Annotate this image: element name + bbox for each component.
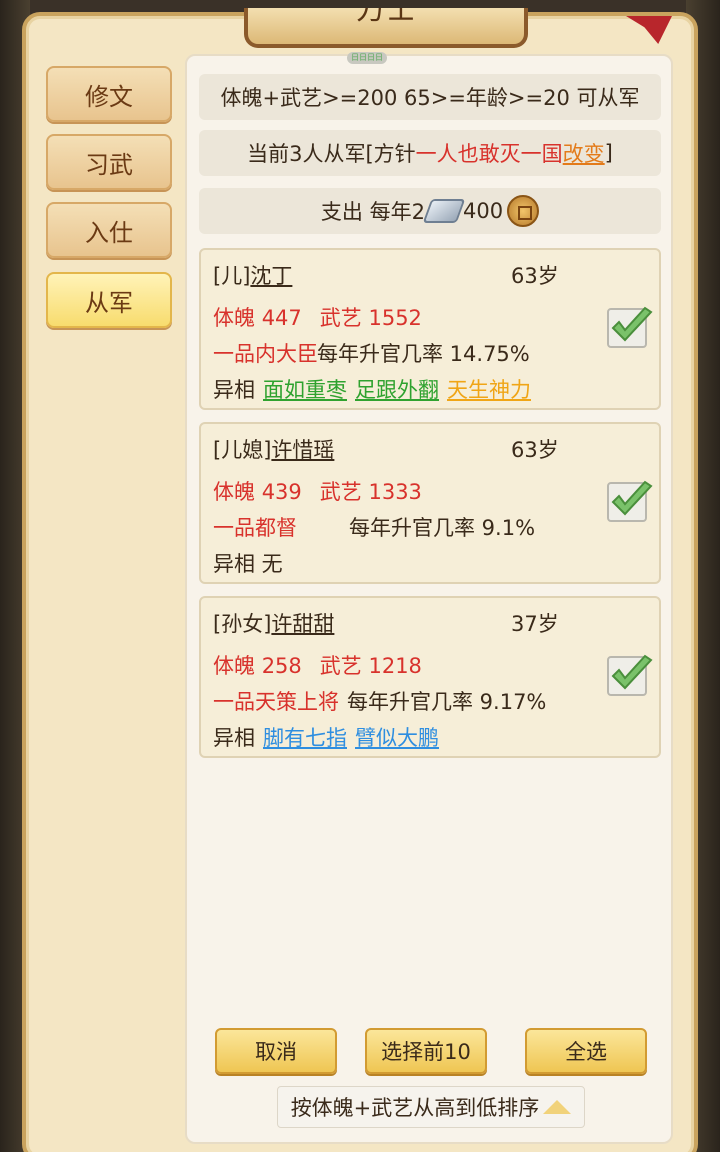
member-age: 37岁 [511, 612, 559, 636]
trait-label: 异相 [213, 378, 255, 402]
expense-label: 支出 每年2 [320, 200, 425, 224]
trait-tag[interactable]: 面如重枣 [263, 378, 347, 402]
current-policy-bar: 当前3人从军[方针 一人也敢灭一国 改变] [199, 130, 661, 176]
checkmark-icon [611, 654, 653, 690]
tipo-value: 447 [261, 306, 302, 330]
member-checkbox[interactable] [607, 654, 653, 696]
member-age: 63岁 [511, 264, 559, 288]
member-stats: 体魄 447 武艺 1552 [213, 302, 422, 332]
sidebar-item-label: 习武 [85, 150, 133, 179]
member-name-line: [儿]沈丁 [213, 260, 292, 290]
sidebar-item-label: 入仕 [85, 218, 133, 247]
member-stats: 体魄 258 武艺 1218 [213, 650, 422, 680]
dialog-title: 方士 [244, 8, 528, 48]
main-panel: 日日日日 体魄+武艺>=200 65>=年龄>=20 可从军 当前3人从军[方针… [185, 52, 673, 1144]
trait-tag[interactable]: 天生神力 [447, 378, 531, 402]
member-rank: 一品都督 [213, 516, 297, 540]
wuyi-label: 武艺 [319, 654, 362, 678]
policy-text: 一人也敢灭一国 [415, 142, 563, 166]
cancel-button[interactable]: 取消 [215, 1028, 337, 1074]
member-relation: [儿] [213, 264, 251, 288]
trait-tag[interactable]: 臂似大鹏 [355, 726, 439, 750]
tipo-label: 体魄 [213, 480, 255, 504]
change-policy-link[interactable]: 改变 [563, 138, 605, 168]
member-age: 63岁 [511, 438, 559, 462]
sidebar-item-label: 修文 [85, 82, 133, 111]
requirement-text: 体魄+武艺>=200 65>=年龄>=20 可从军 [220, 86, 640, 110]
member-name[interactable]: 许惜瑶 [271, 438, 334, 462]
trait-tag[interactable]: 足跟外翻 [355, 378, 439, 402]
trait-label: 异相 [213, 726, 255, 750]
requirement-bar: 体魄+武艺>=200 65>=年龄>=20 可从军 [199, 74, 661, 120]
member-name-line: [孙女]许甜甜 [213, 608, 334, 638]
member-name[interactable]: 沈丁 [250, 264, 292, 288]
member-stats: 体魄 439 武艺 1333 [213, 476, 422, 506]
member-name[interactable]: 许甜甜 [271, 612, 334, 636]
member-card: [孙女]许甜甜 37岁 体魄 258 武艺 1218 一品天策上将 每年升官几率 … [199, 596, 661, 758]
select-all-label: 全选 [565, 1040, 607, 1064]
member-traits: 异相 面如重枣 足跟外翻 天生神力 [213, 374, 531, 404]
top-pill: 日日日日 [347, 52, 387, 64]
member-promotion-rate: 每年升官几率 14.75% [317, 342, 530, 366]
sidebar-item-congjun[interactable]: 从军 [46, 272, 172, 328]
tipo-value: 258 [261, 654, 302, 678]
corner-ribbon-icon [626, 16, 672, 44]
select-all-button[interactable]: 全选 [525, 1028, 647, 1074]
sort-button[interactable]: 按体魄+武艺从高到低排序 [277, 1086, 585, 1128]
cancel-button-label: 取消 [255, 1040, 297, 1064]
wuyi-value: 1218 [368, 654, 422, 678]
member-card: [儿媳]许惜瑶 63岁 体魄 439 武艺 1333 一品都督 每年升官几率 9.… [199, 422, 661, 584]
checkmark-icon [611, 306, 653, 342]
expense-bar: 支出 每年2 400 [199, 188, 661, 234]
expense-amount: 400 [462, 199, 504, 223]
sidebar-item-xiuwen[interactable]: 修文 [46, 66, 172, 122]
member-traits: 异相 脚有七指 臂似大鹏 [213, 722, 439, 752]
sidebar-item-rushi[interactable]: 入仕 [46, 202, 172, 258]
member-promotion-rate: 每年升官几率 9.1% [349, 516, 536, 540]
bracket-close: ] [604, 141, 613, 165]
tipo-label: 体魄 [213, 654, 255, 678]
triangle-up-icon [543, 1100, 572, 1114]
copper-coin-icon [507, 195, 540, 227]
trait-tag[interactable]: 脚有七指 [263, 726, 347, 750]
wuyi-value: 1333 [368, 480, 422, 504]
member-checkbox[interactable] [607, 480, 653, 522]
sort-label: 按体魄+武艺从高到低排序 [290, 1096, 540, 1120]
member-rank: 一品天策上将 [213, 690, 339, 714]
member-checkbox[interactable] [607, 306, 653, 348]
tipo-value: 439 [261, 480, 302, 504]
silver-ingot-icon [422, 199, 466, 223]
select-top10-button[interactable]: 选择前10 [365, 1028, 487, 1074]
member-relation: [孙女] [213, 612, 272, 636]
tipo-label: 体魄 [213, 306, 255, 330]
current-count-text: 当前3人从军[方针 [247, 142, 416, 166]
sidebar-item-label: 从军 [85, 288, 133, 317]
wuyi-label: 武艺 [319, 480, 362, 504]
member-traits: 异相 无 [213, 552, 283, 576]
member-name-line: [儿媳]许惜瑶 [213, 434, 334, 464]
sidebar-item-xiwu[interactable]: 习武 [46, 134, 172, 190]
wuyi-label: 武艺 [319, 306, 362, 330]
checkmark-icon [611, 480, 653, 516]
member-relation: [儿媳] [213, 438, 272, 462]
wuyi-value: 1552 [368, 306, 422, 330]
member-rank: 一品内大臣 [213, 342, 318, 366]
member-card: [儿]沈丁 63岁 体魄 447 武艺 1552 一品内大臣 每年升官几率 14.… [199, 248, 661, 410]
select-top10-label: 选择前10 [381, 1040, 471, 1064]
member-promotion-rate: 每年升官几率 9.17% [347, 690, 547, 714]
